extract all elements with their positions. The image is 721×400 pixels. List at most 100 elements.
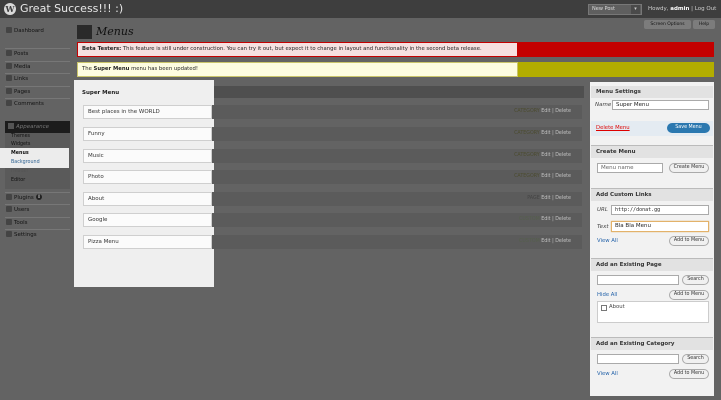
menu-item-type: CUSTOM — [518, 239, 540, 244]
help-button[interactable]: Help — [693, 20, 715, 29]
delete-link[interactable]: Delete — [555, 217, 571, 222]
delete-link[interactable]: Delete — [555, 174, 571, 179]
beta-notice: Beta Testers: This feature is still unde… — [77, 42, 518, 57]
sidebar-item-users[interactable]: Users — [5, 204, 70, 215]
user-info: Howdy, admin | Log Out — [648, 4, 716, 14]
existing-page-add-button[interactable]: Add to Menu — [669, 290, 709, 300]
sidebar-item-label: Dashboard — [14, 28, 44, 34]
menu-item-meta: CATEGORY Edit | Delete — [501, 105, 571, 119]
sidebar-item-label: Media — [14, 64, 31, 70]
submenu-item-widgets[interactable]: Widgets — [11, 141, 69, 149]
menu-item[interactable]: Best places in the WORLD — [83, 105, 212, 119]
custom-link-text-input[interactable]: Bla Bla Menu — [611, 221, 709, 232]
sidebar-item-links[interactable]: Links — [5, 73, 70, 84]
howdy-text: Howdy, — [648, 6, 671, 12]
menu-item[interactable]: Music — [83, 149, 212, 163]
about-page-label: About — [609, 304, 625, 310]
existing-category-add-button[interactable]: Add to Menu — [669, 369, 709, 379]
menu-name-label: Name — [595, 102, 612, 108]
page-search-button[interactable]: Search — [682, 275, 709, 285]
custom-link-url-input[interactable]: http://donat.gg — [611, 205, 709, 215]
menu-name-input[interactable]: Super Menu — [612, 100, 709, 110]
favorite-actions-label: New Post — [592, 6, 615, 12]
site-title[interactable]: Great Success!!! :) — [20, 1, 123, 17]
create-menu-button[interactable]: Create Menu — [669, 163, 709, 173]
link-icon — [6, 75, 12, 81]
settings-icon — [6, 231, 12, 237]
sidebar-item-label: Pages — [14, 89, 31, 95]
beta-notice-text: This feature is still under construction… — [121, 46, 482, 52]
menu-item-type: CUSTOM — [518, 217, 540, 222]
page-search-input[interactable] — [597, 275, 679, 285]
pin-icon — [6, 50, 12, 56]
submenu-item-editor[interactable]: Editor — [11, 177, 69, 185]
edit-link[interactable]: Edit — [541, 217, 550, 222]
url-label: URL — [597, 207, 608, 213]
sidebar-item-label: Posts — [14, 51, 29, 57]
sidebar-item-plugins[interactable]: Plugins 0 — [5, 192, 70, 203]
save-menu-button[interactable]: Save Menu — [667, 123, 710, 133]
menu-item[interactable]: About — [83, 192, 212, 206]
categories-view-all-link[interactable]: View All — [597, 369, 618, 379]
edit-link[interactable]: Edit — [541, 196, 550, 201]
category-search-input[interactable] — [597, 354, 679, 364]
username-link[interactable]: admin — [670, 6, 689, 12]
sidebar-item-tools[interactable]: Tools — [5, 217, 70, 228]
media-icon — [6, 63, 12, 69]
edit-link[interactable]: Edit — [541, 109, 550, 114]
edit-link[interactable]: Edit — [541, 131, 550, 136]
existing-category-heading: Add an Existing Category — [591, 338, 713, 350]
menu-editor-title: Super Menu — [82, 90, 120, 96]
submenu-item-background[interactable]: Background — [11, 159, 69, 167]
menu-item-type: CATEGORY — [514, 131, 540, 136]
delete-menu-link[interactable]: Delete Menu — [596, 123, 630, 133]
beta-notice-strong: Beta Testers: — [82, 46, 122, 52]
hide-all-pages-link[interactable]: Hide All — [597, 290, 617, 300]
menu-item[interactable]: Photo — [83, 170, 212, 184]
text-label: Text — [597, 224, 609, 230]
favorite-actions-dropdown[interactable]: New Post ▾ — [588, 4, 642, 15]
updated-notice: The Super Menu menu has been updated! — [77, 62, 518, 77]
edit-link[interactable]: Edit — [541, 239, 550, 244]
delete-link[interactable]: Delete — [555, 153, 571, 158]
menu-item-type: PAGE — [527, 196, 540, 201]
menu-item-meta: CUSTOM Edit | Delete — [501, 235, 571, 249]
custom-links-view-all-link[interactable]: View All — [597, 236, 618, 246]
menu-item-meta: CATEGORY Edit | Delete — [501, 127, 571, 141]
delete-link[interactable]: Delete — [555, 239, 571, 244]
about-page-checkbox[interactable] — [601, 305, 607, 311]
sidebar-item-appearance[interactable]: Appearance — [5, 121, 70, 133]
submenu-item-menus[interactable]: Menus — [11, 150, 69, 158]
new-menu-name-input[interactable]: Menu name — [597, 163, 663, 173]
sidebar-item-dashboard[interactable]: Dashboard — [5, 26, 70, 37]
create-menu-heading: Create Menu — [591, 146, 713, 158]
edit-link[interactable]: Edit — [541, 153, 550, 158]
custom-links-add-button[interactable]: Add to Menu — [669, 236, 709, 246]
screen-options-button[interactable]: Screen Options — [644, 20, 691, 29]
sidebar-item-label: Plugins — [14, 195, 34, 201]
menu-item-meta: CATEGORY Edit | Delete — [501, 149, 571, 163]
delete-link[interactable]: Delete — [555, 131, 571, 136]
sidebar-item-label: Appearance — [16, 124, 50, 130]
menu-settings-heading: Menu Settings — [591, 86, 713, 98]
menu-item[interactable]: Funny — [83, 127, 212, 141]
submenu-item-header[interactable]: Header — [11, 168, 69, 176]
menu-item-type: CATEGORY — [514, 174, 540, 179]
logout-link[interactable]: Log Out — [695, 6, 717, 12]
sidebar-item-settings[interactable]: Settings — [5, 229, 70, 240]
menu-item-type: CATEGORY — [514, 153, 540, 158]
delete-link[interactable]: Delete — [555, 196, 571, 201]
menu-item[interactable]: Pizza Menu — [83, 235, 212, 249]
submenu-item-themes[interactable]: Themes — [11, 133, 69, 141]
sidebar-item-media[interactable]: Media — [5, 61, 70, 72]
menu-item-meta: CATEGORY Edit | Delete — [501, 170, 571, 184]
category-search-button[interactable]: Search — [682, 354, 709, 364]
edit-link[interactable]: Edit — [541, 174, 550, 179]
wordpress-logo-icon: W — [4, 3, 16, 15]
menu-item[interactable]: Google — [83, 213, 212, 227]
dashboard-icon — [6, 27, 12, 33]
sidebar-item-posts[interactable]: Posts — [5, 48, 70, 59]
sidebar-item-comments[interactable]: Comments — [5, 98, 70, 109]
delete-link[interactable]: Delete — [555, 109, 571, 114]
sidebar-item-pages[interactable]: Pages — [5, 86, 70, 97]
